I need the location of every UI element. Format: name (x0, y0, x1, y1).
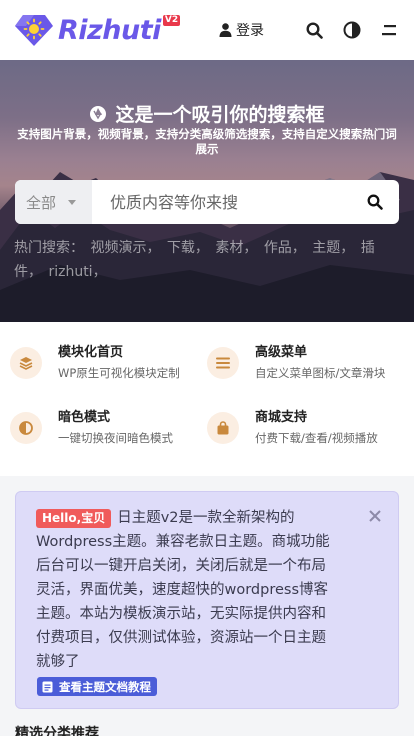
hero-title: 这是一个吸引你的搜索框 (0, 100, 414, 127)
hot-term[interactable]: 视频演示， (90, 240, 160, 256)
hero-search-banner: 这是一个吸引你的搜索框 支持图片背景，视频背景，支持分类高级筛选搜索，支持自定义… (0, 60, 414, 322)
hot-search-terms: 热门搜索： 视频演示， 下载， 素材， 作品， 主题， 插件， rizhuti， (14, 236, 400, 284)
search-icon[interactable] (304, 20, 324, 40)
docs-link-button[interactable]: 查看主题文档教程 (37, 677, 157, 696)
header-actions: 登录 (219, 20, 400, 40)
caret-down-icon (68, 199, 77, 205)
close-icon[interactable] (368, 508, 382, 522)
notice-text: 日主题v2是一款全新架构的Wordpress主题。兼容老款日主题。商城功能后台可… (36, 510, 330, 670)
half-circle-icon (10, 412, 42, 444)
feature-item[interactable]: 高级菜单 自定义菜单图标/文章滑块 (207, 344, 407, 394)
logo-text: Rizhuti (58, 14, 161, 46)
menu-icon[interactable] (380, 20, 400, 40)
feature-title: 商城支持 (255, 410, 308, 425)
site-header: Rizhuti V2 登录 (0, 0, 414, 60)
feature-desc: 自定义菜单图标/文章滑块 (255, 366, 386, 380)
shopping-bag-icon (207, 412, 239, 444)
hero-title-text: 这是一个吸引你的搜索框 (115, 104, 325, 126)
theme-toggle-icon[interactable] (342, 20, 362, 40)
feature-item[interactable]: 模块化首页 WP原生可视化模块定制 (10, 344, 210, 394)
notice-tag: Hello,宝贝 (36, 509, 112, 528)
feature-desc: 付费下载/查看/视频播放 (255, 431, 378, 445)
notice-content: Hello,宝贝 日主题v2是一款全新架构的Wordpress主题。兼容老款日主题… (36, 506, 330, 674)
feature-item[interactable]: 商城支持 付费下载/查看/视频播放 (207, 409, 407, 459)
notice-box: Hello,宝贝 日主题v2是一款全新架构的Wordpress主题。兼容老款日主题… (15, 491, 399, 709)
login-button[interactable]: 登录 (219, 20, 264, 40)
feature-title: 模块化首页 (58, 345, 124, 360)
feature-desc: 一键切换夜间暗色模式 (58, 431, 173, 445)
layers-icon (10, 347, 42, 379)
login-label: 登录 (236, 23, 264, 39)
feature-title: 暗色模式 (58, 410, 111, 425)
feature-grid: 模块化首页 WP原生可视化模块定制 高级菜单 自定义菜单图标/文章滑块 暗色模式… (0, 322, 414, 476)
feature-desc: WP原生可视化模块定制 (58, 366, 180, 380)
feature-item[interactable]: 暗色模式 一键切换夜间暗色模式 (10, 409, 210, 459)
menu-lines-icon (207, 347, 239, 379)
search-category-select[interactable]: 全部 (15, 180, 92, 224)
section-title: 精选分类推荐 (15, 726, 99, 736)
aperture-icon (90, 105, 107, 122)
logo-diamond-icon (14, 13, 54, 47)
hot-search-label: 热门搜索： (14, 240, 84, 256)
search-icon (367, 194, 383, 210)
docs-link-label: 查看主题文档教程 (59, 679, 151, 694)
feature-title: 高级菜单 (255, 345, 308, 360)
logo-version-badge: V2 (162, 14, 181, 26)
page: Rizhuti V2 登录 这是一个吸引你的搜索框 支持图片背景，视频背景，支持… (0, 0, 414, 736)
search-bar: 全部 (15, 180, 399, 224)
search-input[interactable] (92, 192, 351, 212)
hero-subtitle: 支持图片背景，视频背景，支持分类高级筛选搜索，支持自定义搜索热门词展示 (17, 127, 397, 156)
hot-term[interactable]: 素材， (215, 240, 257, 256)
hot-term[interactable]: rizhuti， (48, 264, 106, 280)
site-logo[interactable]: Rizhuti V2 (14, 13, 181, 47)
hot-term[interactable]: 主题， (312, 240, 354, 256)
search-submit-button[interactable] (351, 180, 399, 224)
document-icon (42, 681, 53, 692)
hot-term[interactable]: 下载， (167, 240, 209, 256)
hot-term[interactable]: 作品， (264, 240, 306, 256)
user-icon (219, 23, 232, 37)
search-category-value: 全部 (26, 193, 57, 212)
